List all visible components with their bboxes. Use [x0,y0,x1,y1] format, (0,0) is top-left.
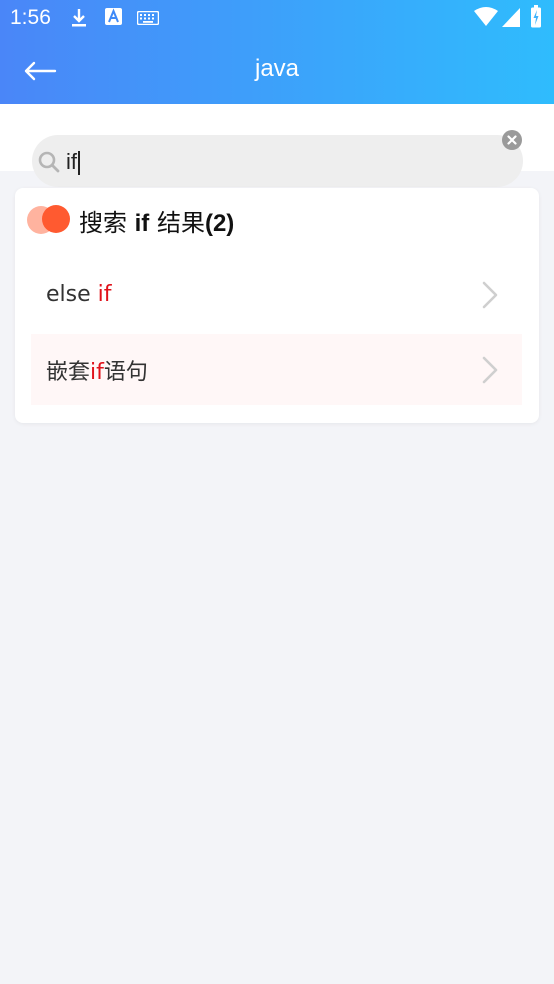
search-input[interactable] [66,146,486,178]
status-time: 1:56 [10,6,51,29]
app-bar: java [0,37,554,104]
results-header: 搜索 if 结果(2) [27,202,234,238]
status-bar: 1:56 [0,0,554,37]
result-item[interactable]: 嵌套if语句 [31,334,522,405]
download-icon [72,9,86,27]
chevron-right-icon [482,281,498,309]
battery-icon [531,5,541,28]
clear-search-button[interactable] [502,130,522,150]
search-results-card: 搜索 if 结果(2) else if 嵌套if语句 [15,188,539,423]
results-title: 搜索 if 结果(2) [79,208,235,237]
result-label: 嵌套if语句 [46,359,148,385]
search-icon [38,151,60,173]
results-dots-icon [27,205,73,235]
text-caret [78,151,80,175]
result-item[interactable]: else if [31,259,522,330]
page-title: java [254,55,300,82]
clear-icon [507,135,517,145]
chevron-right-icon [482,356,498,384]
keyboard-icon [137,11,159,25]
text-a-icon [105,8,122,25]
signal-icon [502,8,520,27]
wifi-icon [474,7,498,26]
result-label: else if [46,282,112,307]
